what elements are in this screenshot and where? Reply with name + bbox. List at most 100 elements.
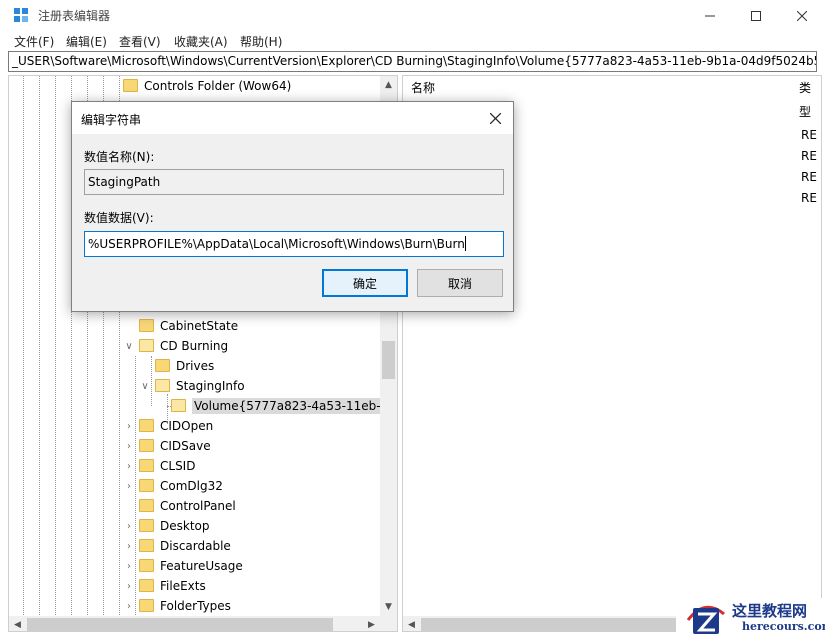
close-icon <box>797 10 807 21</box>
tree-item-staginginfo[interactable]: ∨ StagingInfo <box>138 376 245 396</box>
tree-item-featureusage[interactable]: › FeatureUsage <box>122 556 243 576</box>
close-button[interactable] <box>779 0 825 31</box>
tree-item-label: Controls Folder (Wow64) <box>144 79 292 93</box>
chevron-right-icon[interactable]: › <box>122 421 136 432</box>
tree-item-desktop[interactable]: › Desktop <box>122 516 210 536</box>
chevron-right-icon[interactable]: › <box>122 601 136 612</box>
chevron-right-icon[interactable]: › <box>122 481 136 492</box>
chevron-right-icon[interactable]: › <box>122 441 136 452</box>
tree-item-drives[interactable]: Drives <box>155 356 214 376</box>
value-data-input[interactable]: %USERPROFILE%\AppData\Local\Microsoft\Wi… <box>84 231 504 257</box>
scroll-left-arrow-icon[interactable]: ◀ <box>9 616 26 631</box>
minimize-icon <box>705 15 715 16</box>
chevron-right-icon[interactable]: › <box>122 561 136 572</box>
maximize-icon <box>751 10 761 21</box>
folder-icon <box>139 538 154 552</box>
tree-item-cidopen[interactable]: › CIDOpen <box>122 416 213 436</box>
dialog-close-button[interactable] <box>477 102 513 134</box>
watermark-url: herecours.com <box>742 620 825 633</box>
scroll-right-arrow-icon[interactable]: ▶ <box>363 616 380 631</box>
tree-item-label: Desktop <box>160 519 210 533</box>
watermark-logo-icon <box>686 605 725 634</box>
text-caret <box>464 236 466 251</box>
tree-item-fileexts[interactable]: › FileExts <box>122 576 206 596</box>
ok-button[interactable]: 确定 <box>322 269 408 297</box>
folder-open-icon <box>155 378 170 392</box>
tree-item-label: Discardable <box>160 539 231 553</box>
menu-favorites[interactable]: 收藏夹(A) <box>174 33 228 50</box>
scroll-down-arrow-icon[interactable]: ▼ <box>380 598 397 615</box>
tree-item-comdlg32[interactable]: › ComDlg32 <box>122 476 223 496</box>
value-name-field[interactable]: StagingPath <box>84 169 504 195</box>
menu-help[interactable]: 帮助(H) <box>240 33 282 50</box>
watermark-title: 这里教程网 <box>732 602 808 620</box>
tree-horizontal-scrollbar[interactable]: ◀ ▶ <box>9 616 397 631</box>
site-watermark: 这里教程网 herecours.com <box>676 598 825 640</box>
tree-item-label: FileExts <box>160 579 206 593</box>
value-row-type[interactable]: RE <box>801 149 817 163</box>
minimize-button[interactable] <box>687 0 733 31</box>
chevron-right-icon[interactable]: › <box>122 541 136 552</box>
tree-item-foldertypes[interactable]: › FolderTypes <box>122 596 231 616</box>
address-bar[interactable]: _USER\Software\Microsoft\Windows\Current… <box>8 51 817 72</box>
tree-item-label: CabinetState <box>160 319 239 333</box>
menu-bar: 文件(F) 编辑(E) 查看(V) 收藏夹(A) 帮助(H) <box>0 31 825 51</box>
folder-icon <box>139 518 154 532</box>
tree-item-cd-burning[interactable]: ∨ CD Burning <box>122 336 228 356</box>
value-data-text: %USERPROFILE%\AppData\Local\Microsoft\Wi… <box>88 237 465 251</box>
tree-item-label: CD Burning <box>160 339 229 353</box>
dialog-title-bar: 编辑字符串 <box>72 102 513 134</box>
value-row-type[interactable]: RE <box>801 191 817 205</box>
tree-item-label: StagingInfo <box>176 379 245 393</box>
column-header-type[interactable]: 类型 <box>799 76 821 119</box>
tree-item-label: FeatureUsage <box>160 559 243 573</box>
title-bar: 注册表编辑器 <box>0 0 825 31</box>
tree-item-discardable[interactable]: › Discardable <box>122 536 231 556</box>
chevron-down-icon[interactable]: ∨ <box>122 341 136 352</box>
menu-edit[interactable]: 编辑(E) <box>66 33 107 50</box>
tree-item-label: FolderTypes <box>160 599 231 613</box>
tree-item-label: ComDlg32 <box>160 479 223 493</box>
tree-item-volume-selected[interactable]: Volume{5777a823-4a53-11eb-9b <box>171 396 397 416</box>
column-header-name[interactable]: 名称 <box>411 76 435 100</box>
tree-item-cidsave[interactable]: › CIDSave <box>122 436 211 456</box>
folder-icon <box>139 318 154 332</box>
folder-icon <box>155 358 170 372</box>
value-row-type[interactable]: RE <box>801 170 817 184</box>
value-data-label: 数值数据(V): <box>84 211 154 225</box>
maximize-button[interactable] <box>733 0 779 31</box>
folder-icon <box>139 578 154 592</box>
tree-guide-line <box>39 76 40 631</box>
chevron-down-icon[interactable]: ∨ <box>138 381 152 392</box>
tree-item-label: CIDSave <box>160 439 211 453</box>
folder-icon <box>139 558 154 572</box>
value-row-type[interactable]: RE <box>801 128 817 142</box>
folder-icon <box>139 598 154 612</box>
folder-open-icon <box>139 338 154 352</box>
folder-icon <box>139 438 154 452</box>
tree-item-controlpanel[interactable]: ControlPanel <box>139 496 236 516</box>
folder-icon <box>123 78 138 92</box>
tree-item-clsid[interactable]: › CLSID <box>122 456 195 476</box>
scroll-thumb[interactable] <box>27 618 333 631</box>
tree-guide-line <box>23 76 24 631</box>
scroll-thumb[interactable] <box>382 341 395 379</box>
folder-icon <box>139 418 154 432</box>
folder-open-icon <box>171 398 186 412</box>
scroll-left-arrow-icon[interactable]: ◀ <box>403 616 420 631</box>
chevron-right-icon[interactable]: › <box>122 521 136 532</box>
menu-view[interactable]: 查看(V) <box>119 33 161 50</box>
tree-item-cabinetstate[interactable]: CabinetState <box>139 316 238 336</box>
tree-item-controls-folder-wow64[interactable]: Controls Folder (Wow64) <box>123 76 291 96</box>
tree-guide-line <box>55 76 56 631</box>
dialog-title: 编辑字符串 <box>81 113 142 127</box>
tree-item-label: Drives <box>176 359 215 373</box>
scroll-up-arrow-icon[interactable]: ▲ <box>380 76 397 93</box>
chevron-right-icon[interactable]: › <box>122 581 136 592</box>
menu-file[interactable]: 文件(F) <box>14 33 54 50</box>
edit-string-dialog: 编辑字符串 数值名称(N): StagingPath 数值数据(V): %USE… <box>71 101 514 312</box>
chevron-right-icon[interactable]: › <box>122 461 136 472</box>
close-icon <box>489 112 501 124</box>
cancel-button[interactable]: 取消 <box>417 269 503 297</box>
window-title: 注册表编辑器 <box>38 9 111 23</box>
